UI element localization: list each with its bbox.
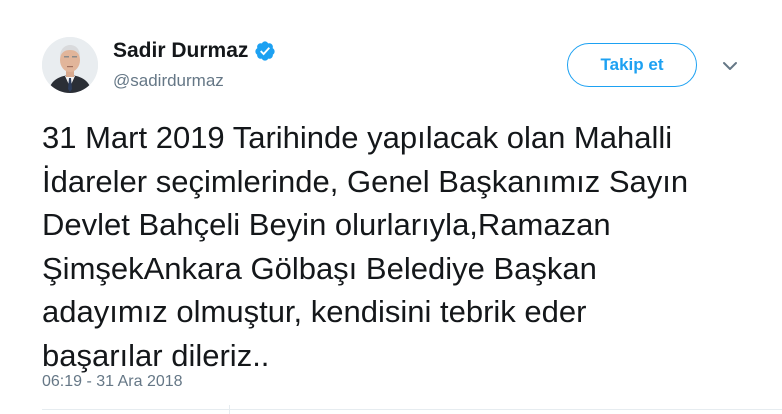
divider — [229, 405, 230, 414]
tweet-text: 31 Mart 2019 Tarihinde yapılacak olan Ma… — [42, 120, 689, 373]
verified-badge-icon — [255, 41, 275, 61]
divider — [42, 409, 782, 410]
tweet-card: Sadir Durmaz @sadirdurmaz Takip et 31 Ma… — [0, 0, 782, 414]
chevron-down-icon[interactable] — [722, 60, 738, 72]
author-handle[interactable]: @sadirdurmaz — [113, 70, 224, 92]
avatar[interactable] — [42, 37, 98, 93]
avatar-image — [42, 37, 98, 93]
author-display-name[interactable]: Sadir Durmaz — [113, 38, 248, 64]
author-name-row: Sadir Durmaz — [113, 38, 276, 64]
tweet-timestamp[interactable]: 06:19 - 31 Ara 2018 — [42, 372, 183, 392]
follow-button[interactable]: Takip et — [567, 43, 697, 87]
